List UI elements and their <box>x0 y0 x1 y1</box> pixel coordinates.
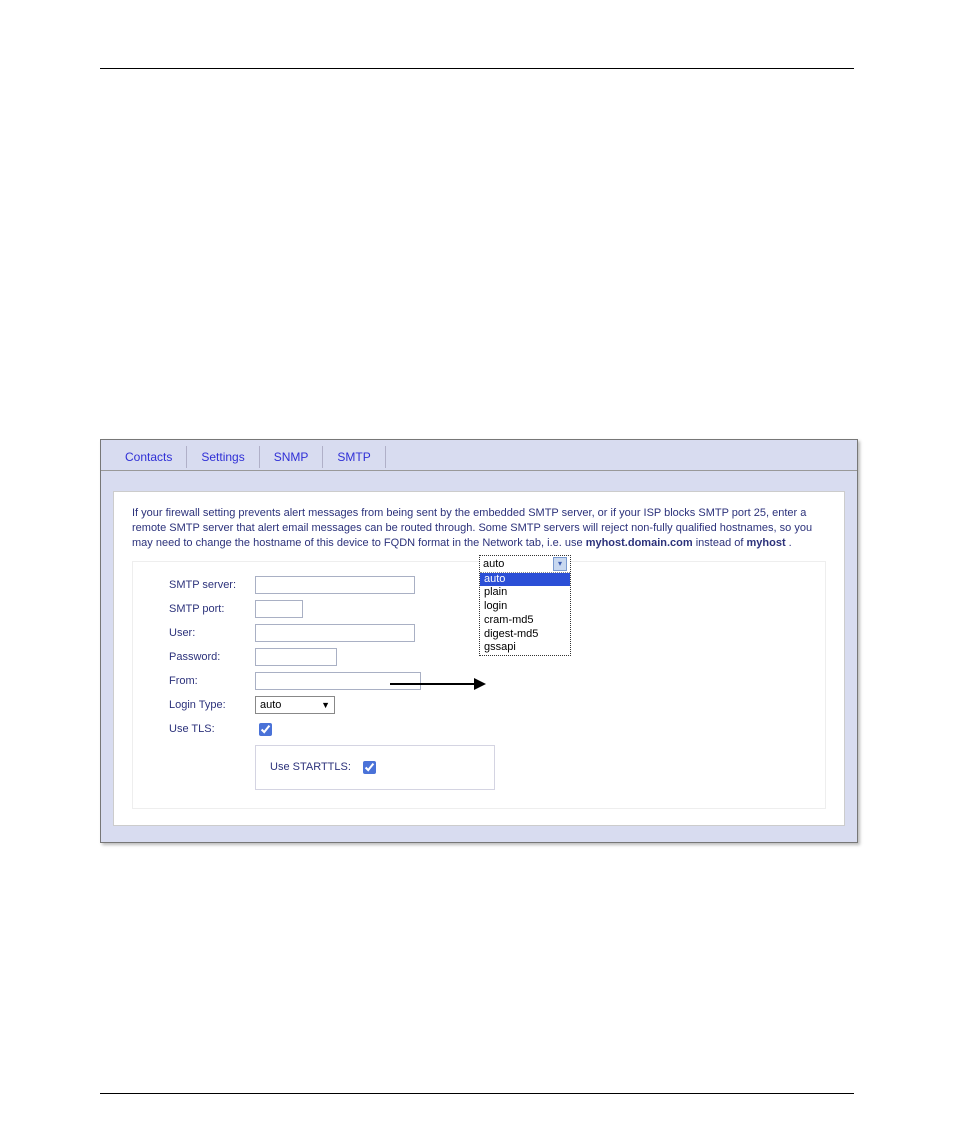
info-bold-host2: myhost <box>746 537 785 549</box>
page-bottom-rule <box>100 1093 854 1094</box>
dropdown-option-cram-md5[interactable]: cram-md5 <box>480 614 570 628</box>
label-login-type: Login Type: <box>169 699 255 711</box>
label-from: From: <box>169 675 255 687</box>
page-top-rule <box>100 68 854 69</box>
label-use-starttls: Use STARTTLS: <box>270 761 351 773</box>
checkbox-use-starttls[interactable] <box>363 761 376 774</box>
input-smtp-server[interactable] <box>255 576 415 594</box>
dropdown-selected-display: auto <box>483 558 504 570</box>
label-password: Password: <box>169 651 255 663</box>
info-bold-host1: myhost.domain.com <box>586 537 693 549</box>
info-text: If your firewall setting prevents alert … <box>132 506 826 551</box>
label-use-tls: Use TLS: <box>169 723 255 735</box>
dropdown-option-gssapi[interactable]: gssapi <box>480 641 570 655</box>
row-login-type: Login Type: auto ▼ <box>169 696 807 714</box>
tab-settings[interactable]: Settings <box>187 446 259 468</box>
tab-contacts[interactable]: Contacts <box>111 446 187 468</box>
row-use-tls: Use TLS: <box>169 720 807 739</box>
dropdown-option-login[interactable]: login <box>480 600 570 614</box>
row-from: From: <box>169 672 807 690</box>
tab-snmp[interactable]: SNMP <box>260 446 324 468</box>
select-login-type-value: auto <box>260 699 281 711</box>
dropdown-option-digest-md5[interactable]: digest-md5 <box>480 628 570 642</box>
chevron-down-icon[interactable]: ▾ <box>553 557 567 571</box>
smtp-config-panel: Contacts Settings SNMP SMTP If your fire… <box>100 439 858 843</box>
document-page: Contacts Settings SNMP SMTP If your fire… <box>0 68 954 1094</box>
tab-bar: Contacts Settings SNMP SMTP <box>101 440 857 468</box>
label-user: User: <box>169 627 255 639</box>
smtp-inner-panel: If your firewall setting prevents alert … <box>113 491 845 826</box>
info-text-part3: . <box>786 537 792 549</box>
smtp-form: SMTP server: SMTP port: User: Password: <box>132 561 826 809</box>
input-smtp-port[interactable] <box>255 600 303 618</box>
dropdown-option-auto[interactable]: auto <box>480 573 570 587</box>
label-smtp-server: SMTP server: <box>169 579 255 591</box>
login-type-dropdown-open[interactable]: auto ▾ auto plain login cram-md5 digest-… <box>479 555 571 657</box>
select-login-type[interactable]: auto ▼ <box>255 696 335 714</box>
checkbox-use-tls[interactable] <box>259 723 272 736</box>
label-smtp-port: SMTP port: <box>169 603 255 615</box>
input-from[interactable] <box>255 672 421 690</box>
chevron-down-icon: ▼ <box>321 700 330 710</box>
starttls-box: Use STARTTLS: <box>255 745 495 790</box>
input-password[interactable] <box>255 648 337 666</box>
tab-underline <box>101 470 857 471</box>
dropdown-option-plain[interactable]: plain <box>480 586 570 600</box>
input-user[interactable] <box>255 624 415 642</box>
tab-smtp[interactable]: SMTP <box>323 446 385 468</box>
info-text-part2: instead of <box>693 537 747 549</box>
dropdown-header[interactable]: auto ▾ <box>480 556 570 573</box>
